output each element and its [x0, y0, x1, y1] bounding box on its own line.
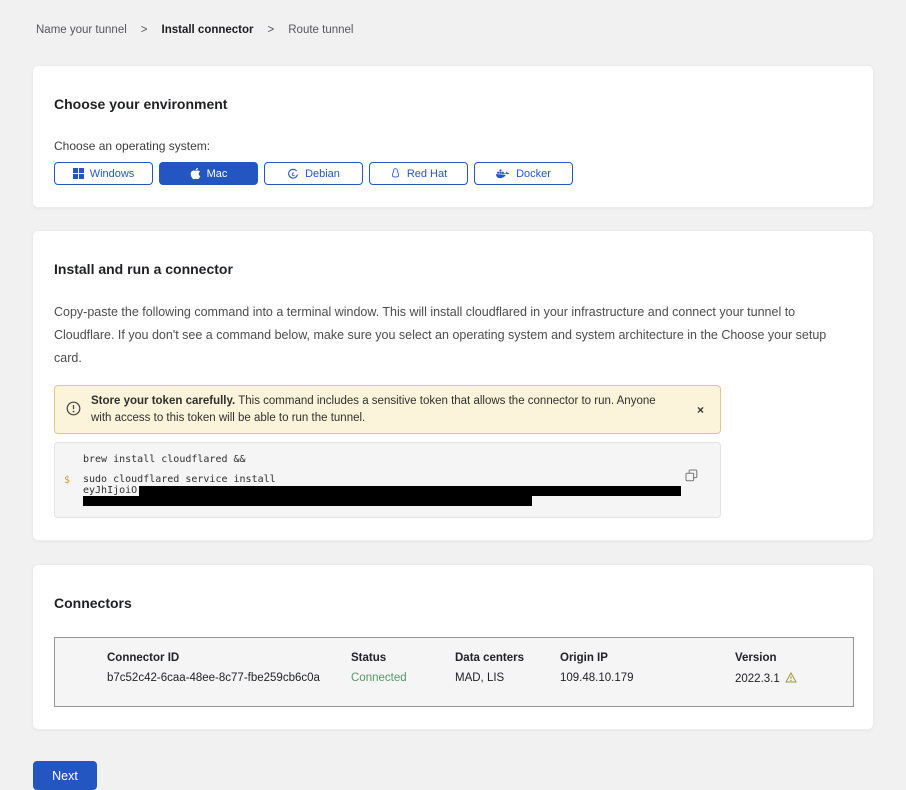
- alert-circle-icon: [66, 401, 81, 422]
- breadcrumb-separator: >: [268, 24, 275, 36]
- next-button[interactable]: Next: [33, 761, 97, 790]
- connector-data-centers-value: MAD, LIS: [455, 672, 560, 686]
- install-connector-description: Copy-paste the following command into a …: [54, 301, 854, 370]
- choose-environment-title: Choose your environment: [54, 96, 852, 112]
- breadcrumb-step-install-connector[interactable]: Install connector: [162, 24, 254, 36]
- os-button-mac[interactable]: Mac: [159, 162, 258, 185]
- os-button-label: Debian: [305, 168, 340, 180]
- connector-row: b7c52c42-6caa-48ee-8c77-fbe259cb6c0a Con…: [107, 672, 833, 686]
- os-button-windows[interactable]: Windows: [54, 162, 153, 185]
- copy-icon: [685, 470, 698, 485]
- debian-logo-icon: [287, 168, 299, 180]
- docker-logo-icon: [496, 168, 510, 179]
- install-command-code-block: $ brew install cloudflared && sudo cloud…: [54, 442, 721, 518]
- os-button-redhat[interactable]: Red Hat: [369, 162, 468, 185]
- connector-version-value: 2022.3.1: [735, 672, 833, 686]
- connector-id-value: b7c52c42-6caa-48ee-8c77-fbe259cb6c0a: [107, 672, 351, 686]
- command-line-1: brew install cloudflared &&: [83, 454, 681, 465]
- install-command: brew install cloudflared && sudo cloudfl…: [83, 454, 681, 506]
- column-header-status: Status: [351, 652, 455, 664]
- warning-title: Store your token carefully.: [91, 395, 235, 407]
- install-connector-title: Install and run a connector: [54, 261, 852, 277]
- apple-logo-icon: [190, 167, 201, 180]
- operating-system-label: Choose an operating system:: [54, 139, 852, 153]
- redhat-logo-icon: [390, 167, 401, 180]
- column-header-version: Version: [735, 652, 833, 664]
- os-button-label: Red Hat: [407, 168, 447, 180]
- redacted-token-bar: [139, 486, 681, 496]
- column-header-connector-id: Connector ID: [107, 652, 351, 664]
- os-button-docker[interactable]: Docker: [474, 162, 573, 185]
- close-warning-button[interactable]: ×: [693, 401, 708, 419]
- connector-status-value: Connected: [351, 672, 455, 686]
- table-header-row: Connector ID Status Data centers Origin …: [107, 652, 833, 664]
- breadcrumb: Name your tunnel > Install connector > R…: [0, 0, 906, 36]
- breadcrumb-step-route-tunnel[interactable]: Route tunnel: [288, 24, 353, 36]
- os-button-group: Windows Mac Debian Red Hat: [54, 162, 852, 185]
- column-header-origin-ip: Origin IP: [560, 652, 735, 664]
- connectors-table: Connector ID Status Data centers Origin …: [54, 637, 854, 707]
- connectors-title: Connectors: [54, 595, 852, 611]
- warning-message: Store your token carefully.This command …: [91, 392, 676, 427]
- copy-command-button[interactable]: [685, 469, 698, 485]
- breadcrumb-step-name-your-tunnel[interactable]: Name your tunnel: [36, 24, 127, 36]
- os-button-label: Mac: [207, 168, 228, 180]
- column-header-data-centers: Data centers: [455, 652, 560, 664]
- os-button-label: Windows: [90, 168, 135, 180]
- breadcrumb-separator: >: [141, 24, 148, 36]
- command-token-line: eyJhIjoiO: [83, 485, 681, 496]
- shell-prompt: $: [64, 475, 83, 486]
- os-button-debian[interactable]: Debian: [264, 162, 363, 185]
- warning-triangle-icon: [785, 672, 797, 686]
- tunnel-setup-page: Name your tunnel > Install connector > R…: [0, 0, 906, 740]
- token-warning-banner: Store your token carefully.This command …: [54, 385, 721, 434]
- version-number: 2022.3.1: [735, 673, 780, 685]
- install-connector-card: Install and run a connector Copy-paste t…: [32, 230, 874, 541]
- connector-origin-ip-value: 109.48.10.179: [560, 672, 735, 686]
- redacted-token-bar: [83, 496, 532, 506]
- command-line-2: sudo cloudflared service install: [83, 474, 681, 485]
- choose-environment-card: Choose your environment Choose an operat…: [32, 65, 874, 208]
- os-button-label: Docker: [516, 168, 551, 180]
- windows-logo-icon: [73, 168, 84, 179]
- connectors-card: Connectors Connector ID Status Data cent…: [32, 564, 874, 730]
- token-prefix: eyJhIjoiO: [83, 485, 137, 496]
